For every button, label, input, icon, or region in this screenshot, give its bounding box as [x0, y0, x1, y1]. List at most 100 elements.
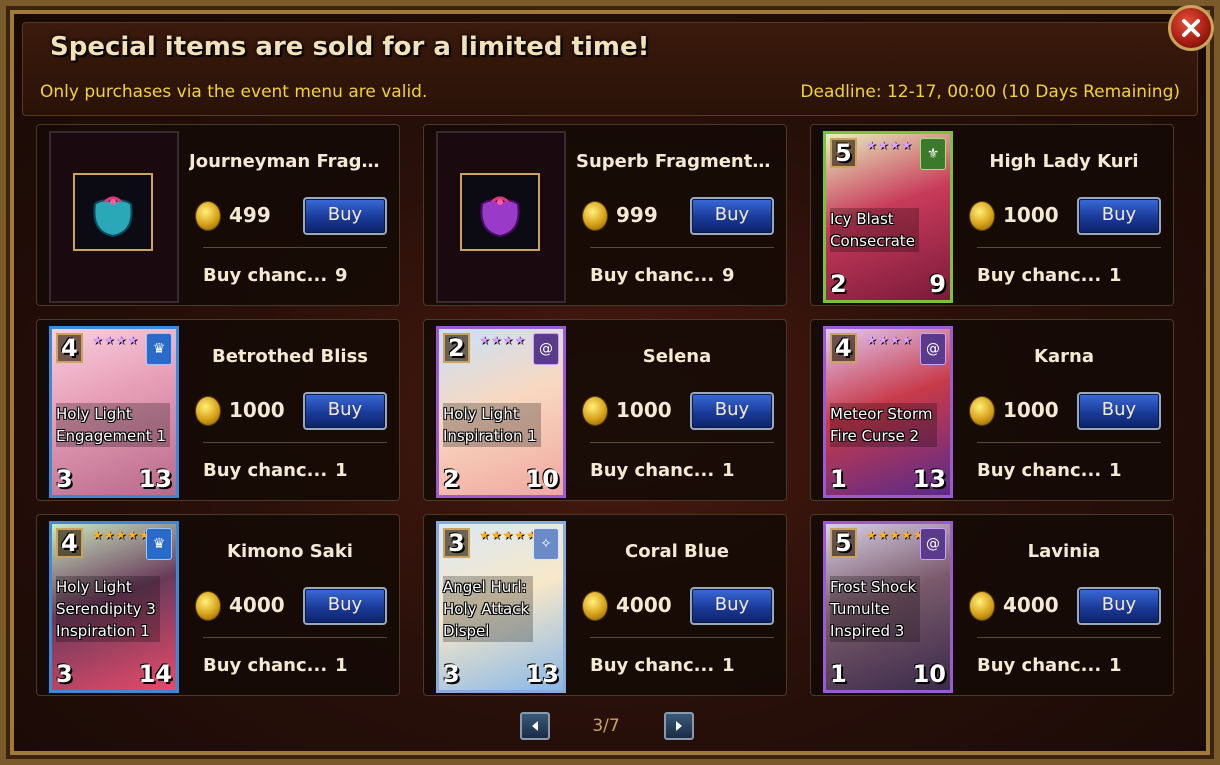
buy-button[interactable]: Buy: [690, 587, 774, 625]
card-skill: Icy Blast: [830, 210, 894, 228]
prev-page-button[interactable]: [520, 712, 550, 740]
item-name: Betrothed Bliss: [211, 346, 369, 367]
card-skill: Consecrate: [830, 232, 915, 250]
item-price: 1000: [1003, 398, 1059, 422]
buy-button[interactable]: Buy: [1077, 197, 1161, 235]
card-skill: Holy Light: [56, 578, 132, 596]
gold-coin-icon: [582, 396, 608, 426]
buy-button[interactable]: Buy: [690, 392, 774, 430]
item-price: 4000: [1003, 593, 1059, 617]
close-button[interactable]: [1168, 5, 1214, 51]
card-skill: Frost Shock: [830, 578, 917, 596]
item-name: High Lady Kuri: [989, 151, 1139, 172]
item-price: 1000: [229, 398, 285, 422]
swirl-faction-icon: @: [533, 333, 559, 365]
deadline-text: Deadline: 12-17, 00:00 (10 Days Remainin…: [800, 82, 1180, 102]
divider: [977, 637, 1161, 638]
card-left-stat: 3: [56, 660, 73, 688]
card-cost: 4: [830, 333, 857, 363]
card-cost: 4: [56, 333, 83, 363]
buy-chance-value: 1: [1109, 265, 1122, 286]
next-page-button[interactable]: [664, 712, 694, 740]
shop-item-card: 2 ★★★★ @ Holy Light Inspiration 1 2 10 S…: [423, 319, 787, 501]
buy-chance-value: 1: [335, 460, 348, 481]
page-title: Special items are sold for a limited tim…: [50, 32, 650, 62]
shop-item-card: Journeyman Fragm... 499 Buy Buy chanc...…: [36, 124, 400, 306]
divider: [590, 247, 774, 248]
card-cost: 4: [56, 528, 83, 558]
gold-coin-icon: [195, 201, 221, 231]
divider: [590, 442, 774, 443]
card-skill: Inspiration 1: [56, 622, 150, 640]
card-right-stat: 13: [138, 465, 172, 493]
shop-item-card: 5 ★★★★★ @ Frost Shock Tumulte Inspired 3…: [810, 514, 1174, 696]
character-card-thumbnail: 5 ★★★★ ⚜ Icy Blast Consecrate 2 9: [823, 131, 953, 303]
arrow-left-icon: [532, 721, 538, 731]
buy-button[interactable]: Buy: [303, 197, 387, 235]
gold-coin-icon: [582, 591, 608, 621]
item-name: Journeyman Fragm...: [189, 151, 391, 172]
card-right-stat: 14: [138, 660, 172, 688]
card-cost: 5: [830, 528, 857, 558]
card-left-stat: 2: [830, 270, 847, 298]
character-card-thumbnail: 4 ★★★★ @ Meteor Storm Fire Curse 2 1 13: [823, 326, 953, 498]
gold-coin-icon: [195, 396, 221, 426]
card-cost: 3: [443, 528, 470, 558]
wing-faction-icon: ✧: [533, 528, 559, 560]
buy-button[interactable]: Buy: [1077, 392, 1161, 430]
card-skills: Holy Light Engagement 1: [56, 403, 170, 447]
card-right-stat: 13: [912, 465, 946, 493]
buy-chance-value: 1: [722, 655, 735, 676]
card-skill: Holy Light: [443, 405, 519, 423]
card-skill: Engagement 1: [56, 427, 166, 445]
gold-coin-icon: [582, 201, 608, 231]
card-left-stat: 1: [830, 465, 847, 493]
shop-item-card: 3 ★★★★★ ✧ Angel Hurl: Holy Attack Dispel…: [423, 514, 787, 696]
character-card-thumbnail: 3 ★★★★★ ✧ Angel Hurl: Holy Attack Dispel…: [436, 521, 566, 693]
buy-button[interactable]: Buy: [690, 197, 774, 235]
card-skills: Meteor Storm Fire Curse 2: [830, 403, 937, 447]
item-name: Selena: [642, 346, 712, 367]
card-stars: ★★★★★: [92, 528, 151, 542]
buy-chance-label: Buy chanc...: [977, 265, 1102, 286]
card-left-stat: 2: [443, 465, 460, 493]
item-name: Coral Blue: [625, 541, 729, 562]
card-skills: Frost Shock Tumulte Inspired 3: [830, 576, 921, 642]
buy-chance-value: 1: [1109, 655, 1122, 676]
buy-button[interactable]: Buy: [303, 587, 387, 625]
buy-button[interactable]: Buy: [303, 392, 387, 430]
gold-coin-icon: [969, 591, 995, 621]
buy-chance-label: Buy chanc...: [590, 265, 715, 286]
buy-button[interactable]: Buy: [1077, 587, 1161, 625]
shop-item-card: 4 ★★★★ @ Meteor Storm Fire Curse 2 1 13 …: [810, 319, 1174, 501]
item-name: Kimono Saki: [227, 541, 353, 562]
kingdom-faction-icon: ♛: [146, 528, 172, 560]
buy-chance-label: Buy chanc...: [590, 655, 715, 676]
buy-chance-label: Buy chanc...: [203, 655, 328, 676]
page-indicator: 3/7: [592, 716, 620, 736]
item-name: Superb Fragments ...: [576, 151, 778, 172]
character-card-thumbnail: 4 ★★★★★ ♛ Holy Light Serendipity 3 Inspi…: [49, 521, 179, 693]
card-skill: Meteor Storm: [830, 405, 933, 423]
shop-item-card: 5 ★★★★ ⚜ Icy Blast Consecrate 2 9 High L…: [810, 124, 1174, 306]
swirl-faction-icon: @: [920, 333, 946, 365]
buy-chance-label: Buy chanc...: [590, 460, 715, 481]
item-thumbnail: [436, 131, 566, 303]
card-stars: ★★★★★: [866, 528, 925, 542]
card-skills: Icy Blast Consecrate: [830, 208, 919, 252]
buy-chance-value: 1: [1109, 460, 1122, 481]
divider: [203, 637, 387, 638]
item-price: 4000: [229, 593, 285, 617]
card-skill: Fire Curse 2: [830, 427, 920, 445]
card-cost: 2: [443, 333, 470, 363]
buy-chance-value: 1: [722, 460, 735, 481]
forest-faction-icon: ⚜: [920, 138, 946, 170]
divider: [977, 247, 1161, 248]
purple-pouch-icon: [480, 196, 520, 238]
item-name: Lavinia: [1027, 541, 1101, 562]
card-stars: ★★★★: [866, 333, 914, 347]
divider: [590, 637, 774, 638]
item-price: 499: [229, 203, 271, 227]
item-price: 1000: [1003, 203, 1059, 227]
card-right-stat: 13: [525, 660, 559, 688]
